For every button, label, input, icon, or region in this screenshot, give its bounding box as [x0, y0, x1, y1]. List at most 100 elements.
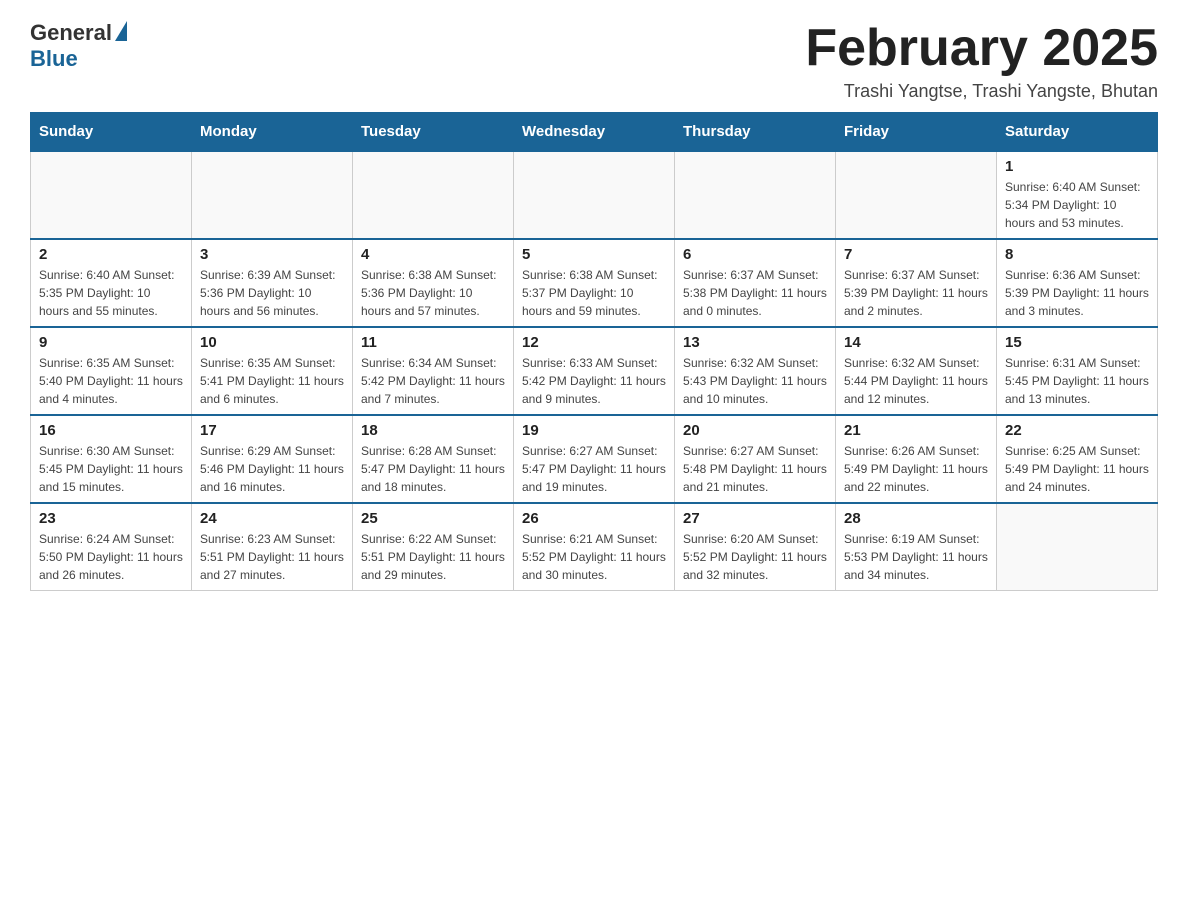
- calendar-week-row: 23 Sunrise: 6:24 AM Sunset: 5:50 PM Dayli…: [31, 503, 1158, 591]
- calendar-header-row: Sunday Monday Tuesday Wednesday Thursday…: [31, 113, 1158, 152]
- table-row: 18 Sunrise: 6:28 AM Sunset: 5:47 PM Dayli…: [353, 415, 514, 503]
- day-number: 15: [1005, 334, 1149, 351]
- day-info: Sunrise: 6:36 AM Sunset: 5:39 PM Dayligh…: [1005, 266, 1149, 320]
- table-row: 26 Sunrise: 6:21 AM Sunset: 5:52 PM Dayli…: [514, 503, 675, 591]
- logo-general-text: General: [30, 20, 112, 46]
- day-info: Sunrise: 6:21 AM Sunset: 5:52 PM Dayligh…: [522, 530, 666, 584]
- day-number: 11: [361, 334, 505, 351]
- table-row: 11 Sunrise: 6:34 AM Sunset: 5:42 PM Dayli…: [353, 327, 514, 415]
- table-row: 8 Sunrise: 6:36 AM Sunset: 5:39 PM Daylig…: [997, 239, 1158, 327]
- table-row: 4 Sunrise: 6:38 AM Sunset: 5:36 PM Daylig…: [353, 239, 514, 327]
- calendar-week-row: 2 Sunrise: 6:40 AM Sunset: 5:35 PM Daylig…: [31, 239, 1158, 327]
- day-number: 25: [361, 510, 505, 527]
- day-info: Sunrise: 6:24 AM Sunset: 5:50 PM Dayligh…: [39, 530, 183, 584]
- month-year-title: February 2025: [805, 20, 1158, 77]
- day-info: Sunrise: 6:30 AM Sunset: 5:45 PM Dayligh…: [39, 442, 183, 496]
- day-info: Sunrise: 6:32 AM Sunset: 5:43 PM Dayligh…: [683, 354, 827, 408]
- table-row: 24 Sunrise: 6:23 AM Sunset: 5:51 PM Dayli…: [192, 503, 353, 591]
- day-info: Sunrise: 6:19 AM Sunset: 5:53 PM Dayligh…: [844, 530, 988, 584]
- logo-blue-text: Blue: [30, 46, 78, 72]
- day-info: Sunrise: 6:34 AM Sunset: 5:42 PM Dayligh…: [361, 354, 505, 408]
- table-row: 9 Sunrise: 6:35 AM Sunset: 5:40 PM Daylig…: [31, 327, 192, 415]
- day-number: 22: [1005, 422, 1149, 439]
- page-header: General Blue February 2025 Trashi Yangts…: [30, 20, 1158, 102]
- day-number: 14: [844, 334, 988, 351]
- col-wednesday: Wednesday: [514, 113, 675, 152]
- title-section: February 2025 Trashi Yangtse, Trashi Yan…: [805, 20, 1158, 102]
- day-number: 26: [522, 510, 666, 527]
- table-row: 7 Sunrise: 6:37 AM Sunset: 5:39 PM Daylig…: [836, 239, 997, 327]
- day-info: Sunrise: 6:23 AM Sunset: 5:51 PM Dayligh…: [200, 530, 344, 584]
- table-row: 17Sunrise: 6:29 AM Sunset: 5:46 PM Dayli…: [192, 415, 353, 503]
- table-row: 12 Sunrise: 6:33 AM Sunset: 5:42 PM Dayli…: [514, 327, 675, 415]
- calendar-table: Sunday Monday Tuesday Wednesday Thursday…: [30, 112, 1158, 591]
- calendar-week-row: 9 Sunrise: 6:35 AM Sunset: 5:40 PM Daylig…: [31, 327, 1158, 415]
- table-row: 6Sunrise: 6:37 AM Sunset: 5:38 PM Daylig…: [675, 239, 836, 327]
- day-info: Sunrise: 6:25 AM Sunset: 5:49 PM Dayligh…: [1005, 442, 1149, 496]
- table-row: 25Sunrise: 6:22 AM Sunset: 5:51 PM Dayli…: [353, 503, 514, 591]
- logo: General Blue: [30, 20, 127, 72]
- table-row: 1 Sunrise: 6:40 AM Sunset: 5:34 PM Daylig…: [997, 151, 1158, 239]
- day-number: 28: [844, 510, 988, 527]
- day-number: 7: [844, 246, 988, 263]
- day-info: Sunrise: 6:40 AM Sunset: 5:35 PM Dayligh…: [39, 266, 183, 320]
- calendar-week-row: 1 Sunrise: 6:40 AM Sunset: 5:34 PM Daylig…: [31, 151, 1158, 239]
- table-row: [31, 151, 192, 239]
- table-row: [997, 503, 1158, 591]
- day-number: 27: [683, 510, 827, 527]
- table-row: 22 Sunrise: 6:25 AM Sunset: 5:49 PM Dayli…: [997, 415, 1158, 503]
- day-number: 4: [361, 246, 505, 263]
- col-sunday: Sunday: [31, 113, 192, 152]
- day-info: Sunrise: 6:39 AM Sunset: 5:36 PM Dayligh…: [200, 266, 344, 320]
- day-number: 21: [844, 422, 988, 439]
- day-number: 12: [522, 334, 666, 351]
- day-number: 8: [1005, 246, 1149, 263]
- day-info: Sunrise: 6:38 AM Sunset: 5:37 PM Dayligh…: [522, 266, 666, 320]
- day-info: Sunrise: 6:35 AM Sunset: 5:40 PM Dayligh…: [39, 354, 183, 408]
- day-info: Sunrise: 6:37 AM Sunset: 5:39 PM Dayligh…: [844, 266, 988, 320]
- table-row: 23 Sunrise: 6:24 AM Sunset: 5:50 PM Dayli…: [31, 503, 192, 591]
- day-number: 24: [200, 510, 344, 527]
- table-row: [514, 151, 675, 239]
- day-number: 2: [39, 246, 183, 263]
- day-number: 13: [683, 334, 827, 351]
- col-monday: Monday: [192, 113, 353, 152]
- day-info: Sunrise: 6:27 AM Sunset: 5:47 PM Dayligh…: [522, 442, 666, 496]
- col-saturday: Saturday: [997, 113, 1158, 152]
- table-row: 15Sunrise: 6:31 AM Sunset: 5:45 PM Dayli…: [997, 327, 1158, 415]
- day-info: Sunrise: 6:38 AM Sunset: 5:36 PM Dayligh…: [361, 266, 505, 320]
- day-info: Sunrise: 6:28 AM Sunset: 5:47 PM Dayligh…: [361, 442, 505, 496]
- table-row: 27 Sunrise: 6:20 AM Sunset: 5:52 PM Dayli…: [675, 503, 836, 591]
- day-info: Sunrise: 6:26 AM Sunset: 5:49 PM Dayligh…: [844, 442, 988, 496]
- day-number: 17: [200, 422, 344, 439]
- table-row: [192, 151, 353, 239]
- day-number: 5: [522, 246, 666, 263]
- day-number: 9: [39, 334, 183, 351]
- calendar-week-row: 16Sunrise: 6:30 AM Sunset: 5:45 PM Dayli…: [31, 415, 1158, 503]
- day-number: 10: [200, 334, 344, 351]
- day-info: Sunrise: 6:40 AM Sunset: 5:34 PM Dayligh…: [1005, 178, 1149, 232]
- day-number: 1: [1005, 158, 1149, 175]
- table-row: [353, 151, 514, 239]
- col-thursday: Thursday: [675, 113, 836, 152]
- day-info: Sunrise: 6:27 AM Sunset: 5:48 PM Dayligh…: [683, 442, 827, 496]
- col-tuesday: Tuesday: [353, 113, 514, 152]
- location-subtitle: Trashi Yangtse, Trashi Yangste, Bhutan: [805, 81, 1158, 102]
- table-row: [836, 151, 997, 239]
- table-row: 14 Sunrise: 6:32 AM Sunset: 5:44 PM Dayli…: [836, 327, 997, 415]
- day-number: 23: [39, 510, 183, 527]
- col-friday: Friday: [836, 113, 997, 152]
- table-row: [675, 151, 836, 239]
- day-number: 3: [200, 246, 344, 263]
- day-info: Sunrise: 6:37 AM Sunset: 5:38 PM Dayligh…: [683, 266, 827, 320]
- table-row: 3 Sunrise: 6:39 AM Sunset: 5:36 PM Daylig…: [192, 239, 353, 327]
- day-info: Sunrise: 6:35 AM Sunset: 5:41 PM Dayligh…: [200, 354, 344, 408]
- day-info: Sunrise: 6:20 AM Sunset: 5:52 PM Dayligh…: [683, 530, 827, 584]
- day-number: 19: [522, 422, 666, 439]
- table-row: 5 Sunrise: 6:38 AM Sunset: 5:37 PM Daylig…: [514, 239, 675, 327]
- day-number: 18: [361, 422, 505, 439]
- day-info: Sunrise: 6:32 AM Sunset: 5:44 PM Dayligh…: [844, 354, 988, 408]
- day-info: Sunrise: 6:33 AM Sunset: 5:42 PM Dayligh…: [522, 354, 666, 408]
- table-row: 13 Sunrise: 6:32 AM Sunset: 5:43 PM Dayli…: [675, 327, 836, 415]
- table-row: 21 Sunrise: 6:26 AM Sunset: 5:49 PM Dayli…: [836, 415, 997, 503]
